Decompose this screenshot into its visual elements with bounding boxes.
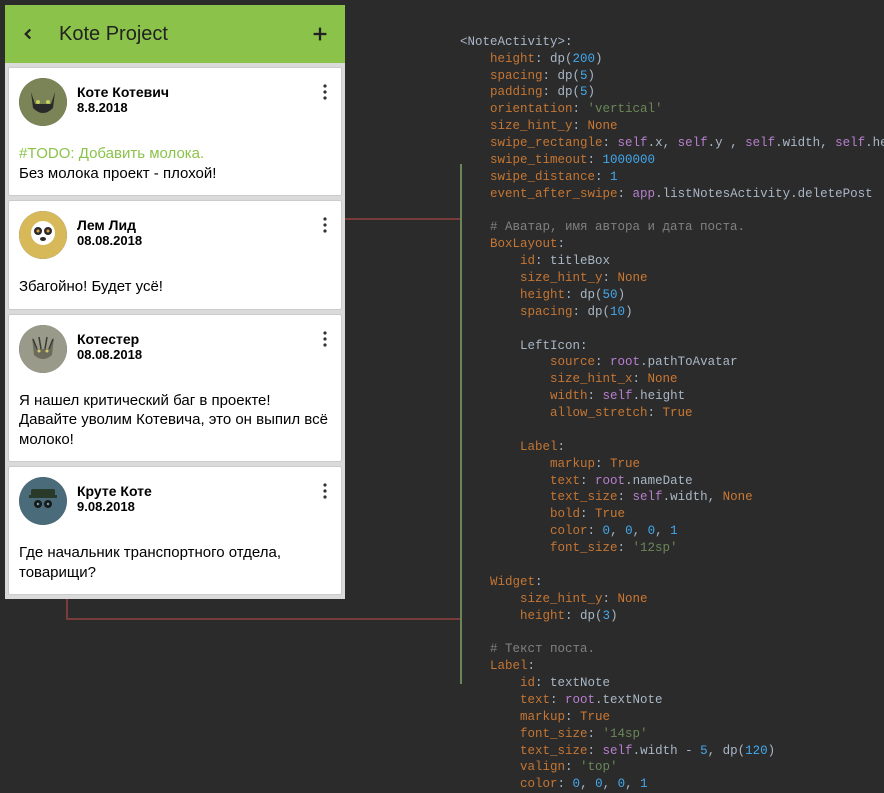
post-author: Круте Коте (77, 483, 309, 499)
post-author: Котестер (77, 331, 309, 347)
post-body: #TODO: Добавить молока.Без молока проект… (19, 144, 331, 183)
more-icon[interactable] (319, 78, 331, 105)
post-body: Я нашел критический баг в проекте! Давай… (19, 391, 331, 450)
post-author: Лем Лид (77, 217, 309, 233)
more-icon[interactable] (319, 325, 331, 352)
appbar: Kote Project (5, 5, 345, 63)
code-content[interactable]: <NoteActivity>: height: dp(200) spacing:… (460, 34, 884, 793)
post-date: 08.08.2018 (77, 233, 309, 248)
page-title: Kote Project (59, 23, 287, 46)
add-icon[interactable] (309, 23, 331, 45)
avatar (19, 211, 67, 259)
post-card[interactable]: Коте Котевич8.8.2018 #TODO: Добавить моло… (8, 67, 342, 196)
post-date: 08.08.2018 (77, 347, 309, 362)
post-date: 8.8.2018 (77, 100, 309, 115)
post-card[interactable]: Круте Коте9.08.2018 Где начальник транспо… (8, 466, 342, 595)
post-author: Коте Котевич (77, 84, 309, 100)
back-icon[interactable] (19, 25, 37, 43)
post-body: Збагойно! Будет усё! (19, 277, 331, 297)
code-editor[interactable]: <NoteActivity>: height: dp(200) spacing:… (460, 0, 884, 793)
avatar (19, 78, 67, 126)
post-date: 9.08.2018 (77, 499, 309, 514)
avatar (19, 477, 67, 525)
post-list: Коте Котевич8.8.2018 #TODO: Добавить моло… (5, 63, 345, 599)
more-icon[interactable] (319, 477, 331, 504)
post-body: Где начальник транспортного отдела, това… (19, 543, 331, 582)
mobile-preview: Kote Project Коте Котевич8.8.2018 #TODO: … (5, 5, 345, 599)
post-card[interactable]: Котестер08.08.2018 Я нашел критический ба… (8, 314, 342, 463)
post-card[interactable]: Лем Лид08.08.2018 Збагойно! Будет усё! (8, 200, 342, 310)
avatar (19, 325, 67, 373)
more-icon[interactable] (319, 211, 331, 238)
